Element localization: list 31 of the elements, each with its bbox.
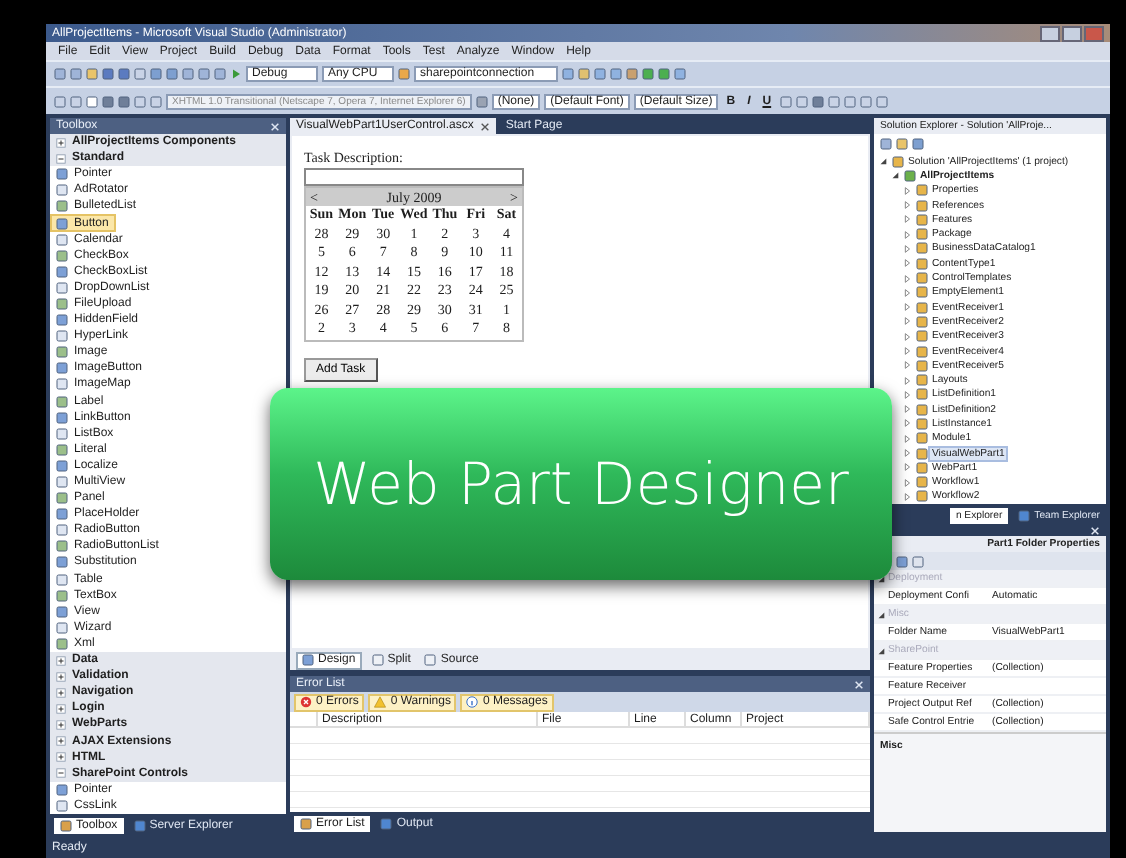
toolbar-icon[interactable] <box>475 95 488 107</box>
expand-icon[interactable] <box>56 687 66 698</box>
close-icon[interactable] <box>479 121 490 131</box>
tab-icon <box>300 818 312 830</box>
warning-icon <box>374 696 387 708</box>
expand-icon[interactable] <box>56 655 66 666</box>
expand-icon[interactable] <box>56 137 66 148</box>
view-icon <box>302 654 314 666</box>
tab-icon <box>1018 510 1031 523</box>
expanded-arrow-icon[interactable] <box>876 609 886 620</box>
tab-icon <box>133 819 146 832</box>
expand-icon[interactable] <box>56 719 66 730</box>
expand-icon[interactable] <box>56 703 66 714</box>
expand-icon[interactable] <box>56 671 66 682</box>
collapse-icon[interactable] <box>56 768 66 779</box>
info-icon <box>466 696 479 708</box>
tab-icon <box>60 819 72 832</box>
error-icon <box>300 696 312 708</box>
project-icon[interactable] <box>903 169 915 182</box>
collapse-icon[interactable] <box>56 153 66 164</box>
maximize-button[interactable] <box>1062 25 1082 41</box>
text-field[interactable] <box>304 168 524 186</box>
tab-icon <box>380 818 393 830</box>
expand-icon[interactable] <box>56 736 66 747</box>
solution-icon[interactable] <box>891 155 903 168</box>
expand-icon[interactable] <box>56 752 66 763</box>
connection-icon[interactable] <box>398 68 410 80</box>
close-button[interactable] <box>1084 25 1104 41</box>
expanded-arrow-icon[interactable] <box>876 645 886 656</box>
minimize-button[interactable] <box>1040 25 1060 41</box>
play-icon[interactable] <box>230 68 242 80</box>
